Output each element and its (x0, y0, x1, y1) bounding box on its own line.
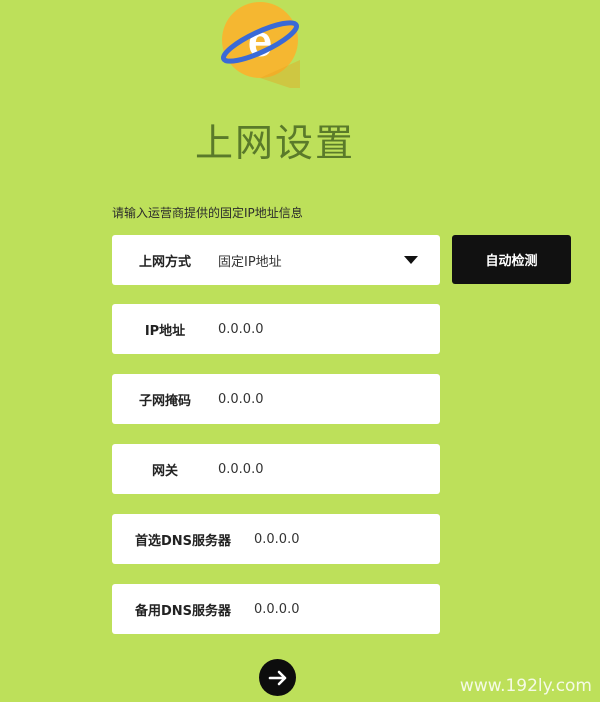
watermark: www.192ly.com (459, 676, 592, 696)
ip-address-input[interactable]: 0.0.0.0 (218, 322, 440, 337)
secondary-dns-label: 备用DNS服务器 (134, 603, 232, 619)
subnet-mask-field[interactable]: 子网掩码 0.0.0.0 (112, 374, 440, 424)
connection-type-value: 固定IP地址 (218, 254, 282, 270)
next-button[interactable] (259, 659, 296, 696)
gateway-field[interactable]: 网关 0.0.0.0 (112, 444, 440, 494)
connection-type-label: 上网方式 (138, 254, 191, 270)
subnet-mask-label: 子网掩码 (138, 393, 191, 409)
logo-icon: e (220, 0, 300, 88)
primary-dns-field[interactable]: 首选DNS服务器 0.0.0.0 (112, 514, 440, 564)
secondary-dns-input[interactable]: 0.0.0.0 (254, 602, 440, 617)
gateway-label: 网关 (151, 463, 178, 479)
ip-address-label: IP地址 (144, 323, 186, 339)
arrow-right-icon (268, 670, 286, 685)
auto-detect-button[interactable]: 自动检测 (452, 235, 571, 284)
primary-dns-input[interactable]: 0.0.0.0 (254, 532, 440, 547)
connection-type-select[interactable]: 上网方式 固定IP地址 (112, 235, 440, 285)
gateway-input[interactable]: 0.0.0.0 (218, 462, 440, 477)
caret-down-icon[interactable] (404, 256, 418, 264)
subnet-mask-input[interactable]: 0.0.0.0 (218, 392, 440, 407)
secondary-dns-field[interactable]: 备用DNS服务器 0.0.0.0 (112, 584, 440, 634)
form-instruction: 请输入运营商提供的固定IP地址信息 (112, 206, 303, 220)
primary-dns-label: 首选DNS服务器 (134, 533, 232, 549)
ip-address-field[interactable]: IP地址 0.0.0.0 (112, 304, 440, 354)
page-title: 上网设置 (194, 121, 355, 165)
